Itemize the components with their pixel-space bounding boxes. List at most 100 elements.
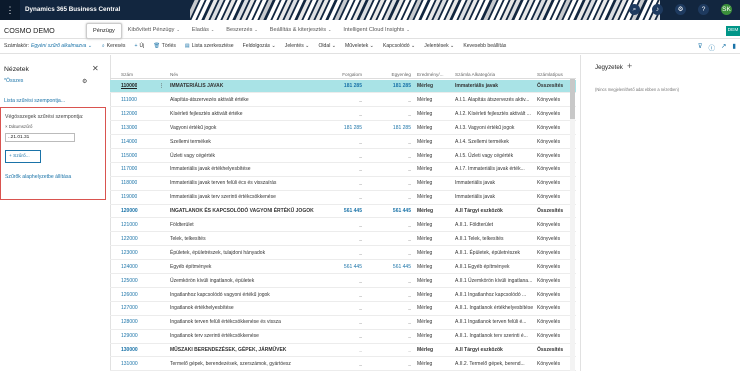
net-change[interactable]: _: [324, 247, 362, 260]
column-header-income-balance[interactable]: Eredmény/...: [417, 72, 455, 77]
tab-eladas[interactable]: Eladás ⌄: [186, 23, 220, 39]
net-change[interactable]: _: [324, 163, 362, 176]
net-change[interactable]: 181 285: [324, 80, 362, 93]
tab-beallitas[interactable]: Beállítás & kiterjesztés ⌄: [264, 23, 338, 39]
account-no[interactable]: 119000: [121, 191, 137, 204]
app-title[interactable]: Dynamics 365 Business Central: [25, 6, 120, 13]
scrollbar[interactable]: [570, 79, 575, 371]
table-row[interactable]: 110000 IMMATERIÁLIS JAVAK 181 285 181 285 Mé…: [110, 80, 576, 94]
process-menu[interactable]: Feldolgozás ⌄: [243, 43, 276, 49]
column-header-name[interactable]: Név: [170, 72, 178, 77]
balance[interactable]: _: [374, 233, 411, 246]
account-no[interactable]: 129000: [121, 330, 138, 343]
table-row[interactable]: 114000 Szellemi termékek _ _ Mérleg A.I.4. Sz…: [110, 136, 576, 149]
fewer-options-button[interactable]: Kevesebb beállítás: [463, 43, 506, 49]
balance[interactable]: 561 445: [374, 205, 411, 218]
account-no[interactable]: 111000: [121, 94, 137, 107]
net-change[interactable]: _: [324, 94, 362, 107]
search-button[interactable]: ⌕ Keresés: [102, 43, 126, 50]
balance[interactable]: 181 285: [374, 80, 411, 93]
account-no[interactable]: 110000: [121, 80, 137, 93]
balance[interactable]: _: [374, 108, 411, 121]
table-row[interactable]: 129000 Ingatlanok terv szerinti értékcsök…: [110, 330, 576, 344]
view-all-link[interactable]: *Összes: [4, 78, 23, 84]
table-row[interactable]: 126000 Ingatlanhoz kapcsolódó vagyoni ért…: [110, 289, 576, 302]
table-row[interactable]: 124000 Egyéb építmények 561 445 561 445 Mérl…: [110, 261, 576, 275]
net-change[interactable]: _: [324, 233, 362, 246]
page-menu[interactable]: Oldal ⌄: [318, 43, 336, 49]
related-menu[interactable]: Kapcsolódó ⌄: [383, 43, 415, 49]
net-change[interactable]: _: [324, 289, 362, 302]
account-no[interactable]: 124000: [121, 261, 138, 274]
account-no[interactable]: 112000: [121, 108, 137, 121]
table-row[interactable]: 113000 Vagyoni értékű jogok 181 285 181 285…: [110, 122, 576, 136]
account-no[interactable]: 113000: [121, 122, 137, 135]
balance[interactable]: _: [374, 247, 411, 260]
reports-menu[interactable]: Jelentések ⌄: [424, 43, 454, 49]
balance[interactable]: _: [374, 177, 411, 190]
filter-icon[interactable]: ⊽: [698, 42, 703, 52]
list-filter-link[interactable]: Lista szűrési szempontja...: [4, 98, 65, 104]
table-row[interactable]: 112000 Kísérleti fejlesztés aktivált érté…: [110, 108, 576, 122]
column-header-account-type[interactable]: Számlatípus: [537, 72, 563, 77]
table-row[interactable]: 131000 Termelő gépek, berendezések, szers…: [110, 358, 576, 371]
balance[interactable]: _: [374, 275, 411, 288]
table-row[interactable]: 121000 Földterület _ _ Mérleg A.II.1. Földter…: [110, 219, 576, 233]
net-change[interactable]: _: [324, 302, 362, 315]
scrollbar-thumb[interactable]: [570, 79, 575, 119]
balance[interactable]: _: [374, 94, 411, 107]
balance[interactable]: _: [374, 302, 411, 315]
column-header-net-change[interactable]: Forgalom: [324, 72, 362, 77]
net-change[interactable]: _: [324, 358, 362, 371]
account-no[interactable]: 121000: [121, 219, 138, 232]
help-icon[interactable]: ?: [698, 4, 709, 15]
table-row[interactable]: 119000 Immateriális javak terv szerinti é…: [110, 191, 576, 205]
table-row[interactable]: 120000 INGATLANOK ÉS KAPCSOLÓDÓ VAGYONI É…: [110, 205, 576, 219]
add-filter-button[interactable]: + Szűrő...: [5, 150, 41, 163]
balance[interactable]: _: [374, 150, 411, 163]
net-change[interactable]: _: [324, 136, 362, 149]
net-change[interactable]: _: [324, 275, 362, 288]
net-change[interactable]: _: [324, 150, 362, 163]
info-icon[interactable]: ⓘ: [708, 42, 715, 52]
column-header-subcategory[interactable]: Számla Alkategória: [455, 72, 495, 77]
tab-penzugy[interactable]: Pénzügy: [86, 23, 122, 39]
reset-filters-link[interactable]: Szűrők alaphelyzetbe állítása: [5, 174, 71, 180]
balance[interactable]: _: [374, 358, 411, 371]
account-no[interactable]: 115000: [121, 150, 137, 163]
app-launcher-icon[interactable]: ⋮: [0, 0, 20, 20]
filter-settings-icon[interactable]: ⚙: [82, 78, 87, 85]
tab-beszerzes[interactable]: Beszerzés ⌄: [220, 23, 263, 39]
account-no[interactable]: 130000: [121, 344, 138, 357]
column-header-balance[interactable]: Egyenleg: [374, 72, 411, 77]
date-filter-input[interactable]: ..21.01.31: [5, 133, 75, 142]
net-change[interactable]: 181 285: [324, 122, 362, 135]
account-no[interactable]: 120000: [121, 205, 138, 218]
table-row[interactable]: 117000 Immateriális javak értékhelyesbíté…: [110, 163, 576, 177]
balance[interactable]: _: [374, 316, 411, 329]
balance[interactable]: _: [374, 219, 411, 232]
net-change[interactable]: _: [324, 191, 362, 204]
account-no[interactable]: 114000: [121, 136, 137, 149]
table-row[interactable]: 123000 Épületek, épületrészek, tulajdoni …: [110, 247, 576, 261]
account-no[interactable]: 128000: [121, 316, 138, 329]
table-row[interactable]: 128000 Ingatlanok terven felüli értékcsök…: [110, 316, 576, 330]
account-no[interactable]: 117000: [121, 163, 137, 176]
table-row[interactable]: 122000 Telek, telkesítés _ _ Mérleg A.II.1 Te…: [110, 233, 576, 247]
account-no[interactable]: 126000: [121, 289, 138, 302]
tab-kibovitett-penzugy[interactable]: Kibővített Pénzügy ⌄: [122, 23, 186, 39]
tab-intelligent-cloud[interactable]: Intelligent Cloud Insights ⌄: [337, 23, 415, 39]
balance[interactable]: _: [374, 289, 411, 302]
account-no[interactable]: 118000: [121, 177, 137, 190]
table-row[interactable]: 118000 Immateriális javak terven felüli é…: [110, 177, 576, 191]
table-row[interactable]: 127000 Ingatlanok értékhelyesbítése _ _ Mérl…: [110, 302, 576, 316]
add-note-icon[interactable]: +: [627, 61, 632, 71]
search-icon[interactable]: ⌕: [629, 4, 640, 15]
balance[interactable]: _: [374, 330, 411, 343]
column-header-no[interactable]: Szám: [121, 72, 133, 77]
report-menu[interactable]: Jelentés ⌄: [285, 43, 310, 49]
row-actions-icon[interactable]: ⋮: [159, 80, 164, 93]
balance[interactable]: _: [374, 163, 411, 176]
actions-menu[interactable]: Műveletek ⌄: [345, 43, 374, 49]
net-change[interactable]: _: [324, 330, 362, 343]
